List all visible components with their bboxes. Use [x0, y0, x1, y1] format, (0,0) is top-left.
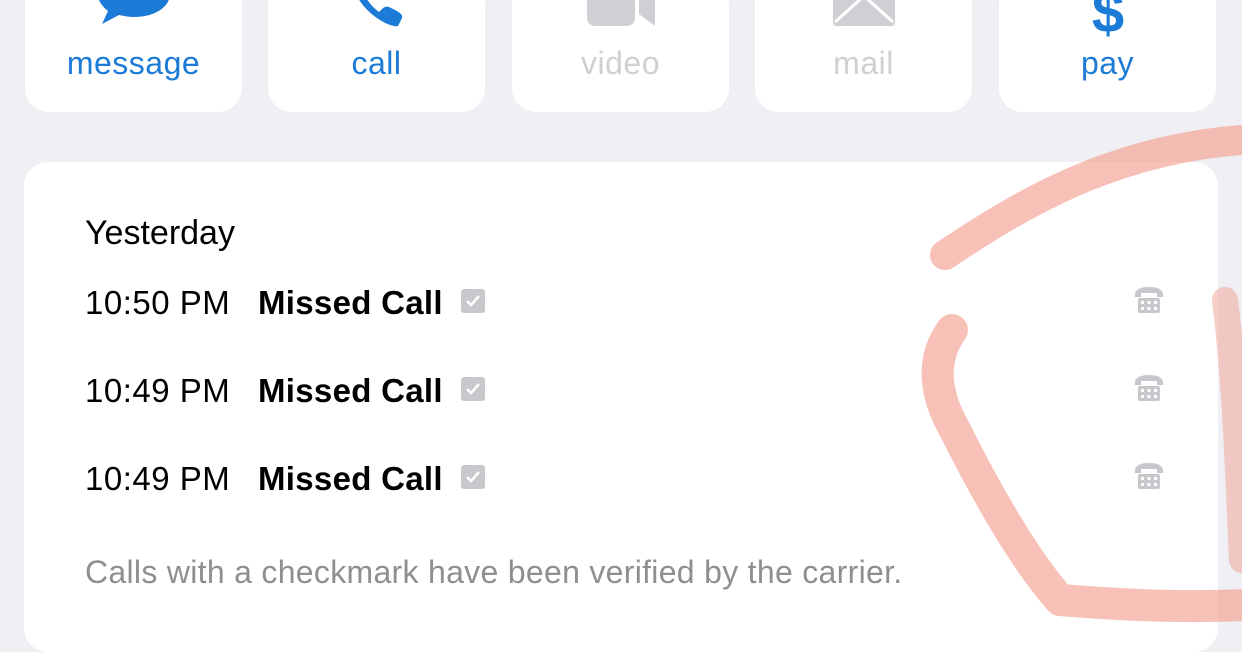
call-row: 10:49 PM Missed Call [85, 372, 1165, 422]
call-time: 10:49 PM [85, 372, 231, 409]
call-row: 10:49 PM Missed Call [85, 460, 1165, 510]
section-title: Yesterday [85, 214, 235, 252]
message-button-label: message [66, 45, 201, 81]
call-time: 10:50 PM [85, 284, 231, 321]
telephone-icon [1135, 463, 1163, 489]
video-button[interactable]: video [512, 0, 729, 112]
verified-checkmark-icon [461, 377, 485, 401]
mail-button[interactable]: mail [755, 0, 972, 112]
call-row: 10:50 PM Missed Call [85, 284, 1165, 334]
telephone-icon [1135, 375, 1163, 401]
verified-checkmark-icon [461, 289, 485, 313]
video-button-label: video [581, 45, 660, 81]
svg-text:$: $ [1091, 0, 1123, 40]
call-history-card: Yesterday 10:50 PM Missed Call 10:49 PM … [24, 162, 1218, 652]
verified-checkmark-icon [461, 465, 485, 489]
dollar-icon: $ [1091, 0, 1123, 40]
call-button-label: call [351, 45, 402, 81]
pay-button[interactable]: $ pay [999, 0, 1216, 112]
call-type: Missed Call [258, 372, 443, 409]
call-time: 10:49 PM [85, 460, 231, 497]
call-type: Missed Call [258, 460, 443, 497]
contact-actions-row: message call video mail $ pay [0, 0, 1242, 112]
verification-footnote: Calls with a checkmark have been verifie… [85, 554, 903, 590]
pay-button-label: pay [1080, 45, 1135, 81]
envelope-icon [832, 0, 895, 26]
telephone-icon [1135, 287, 1163, 313]
mail-button-label: mail [833, 45, 894, 81]
phone-icon [358, 0, 402, 27]
message-bubble-icon [98, 0, 169, 24]
video-camera-icon [586, 0, 655, 26]
call-button[interactable]: call [268, 0, 485, 112]
call-type: Missed Call [258, 284, 443, 321]
message-button[interactable]: message [25, 0, 242, 112]
